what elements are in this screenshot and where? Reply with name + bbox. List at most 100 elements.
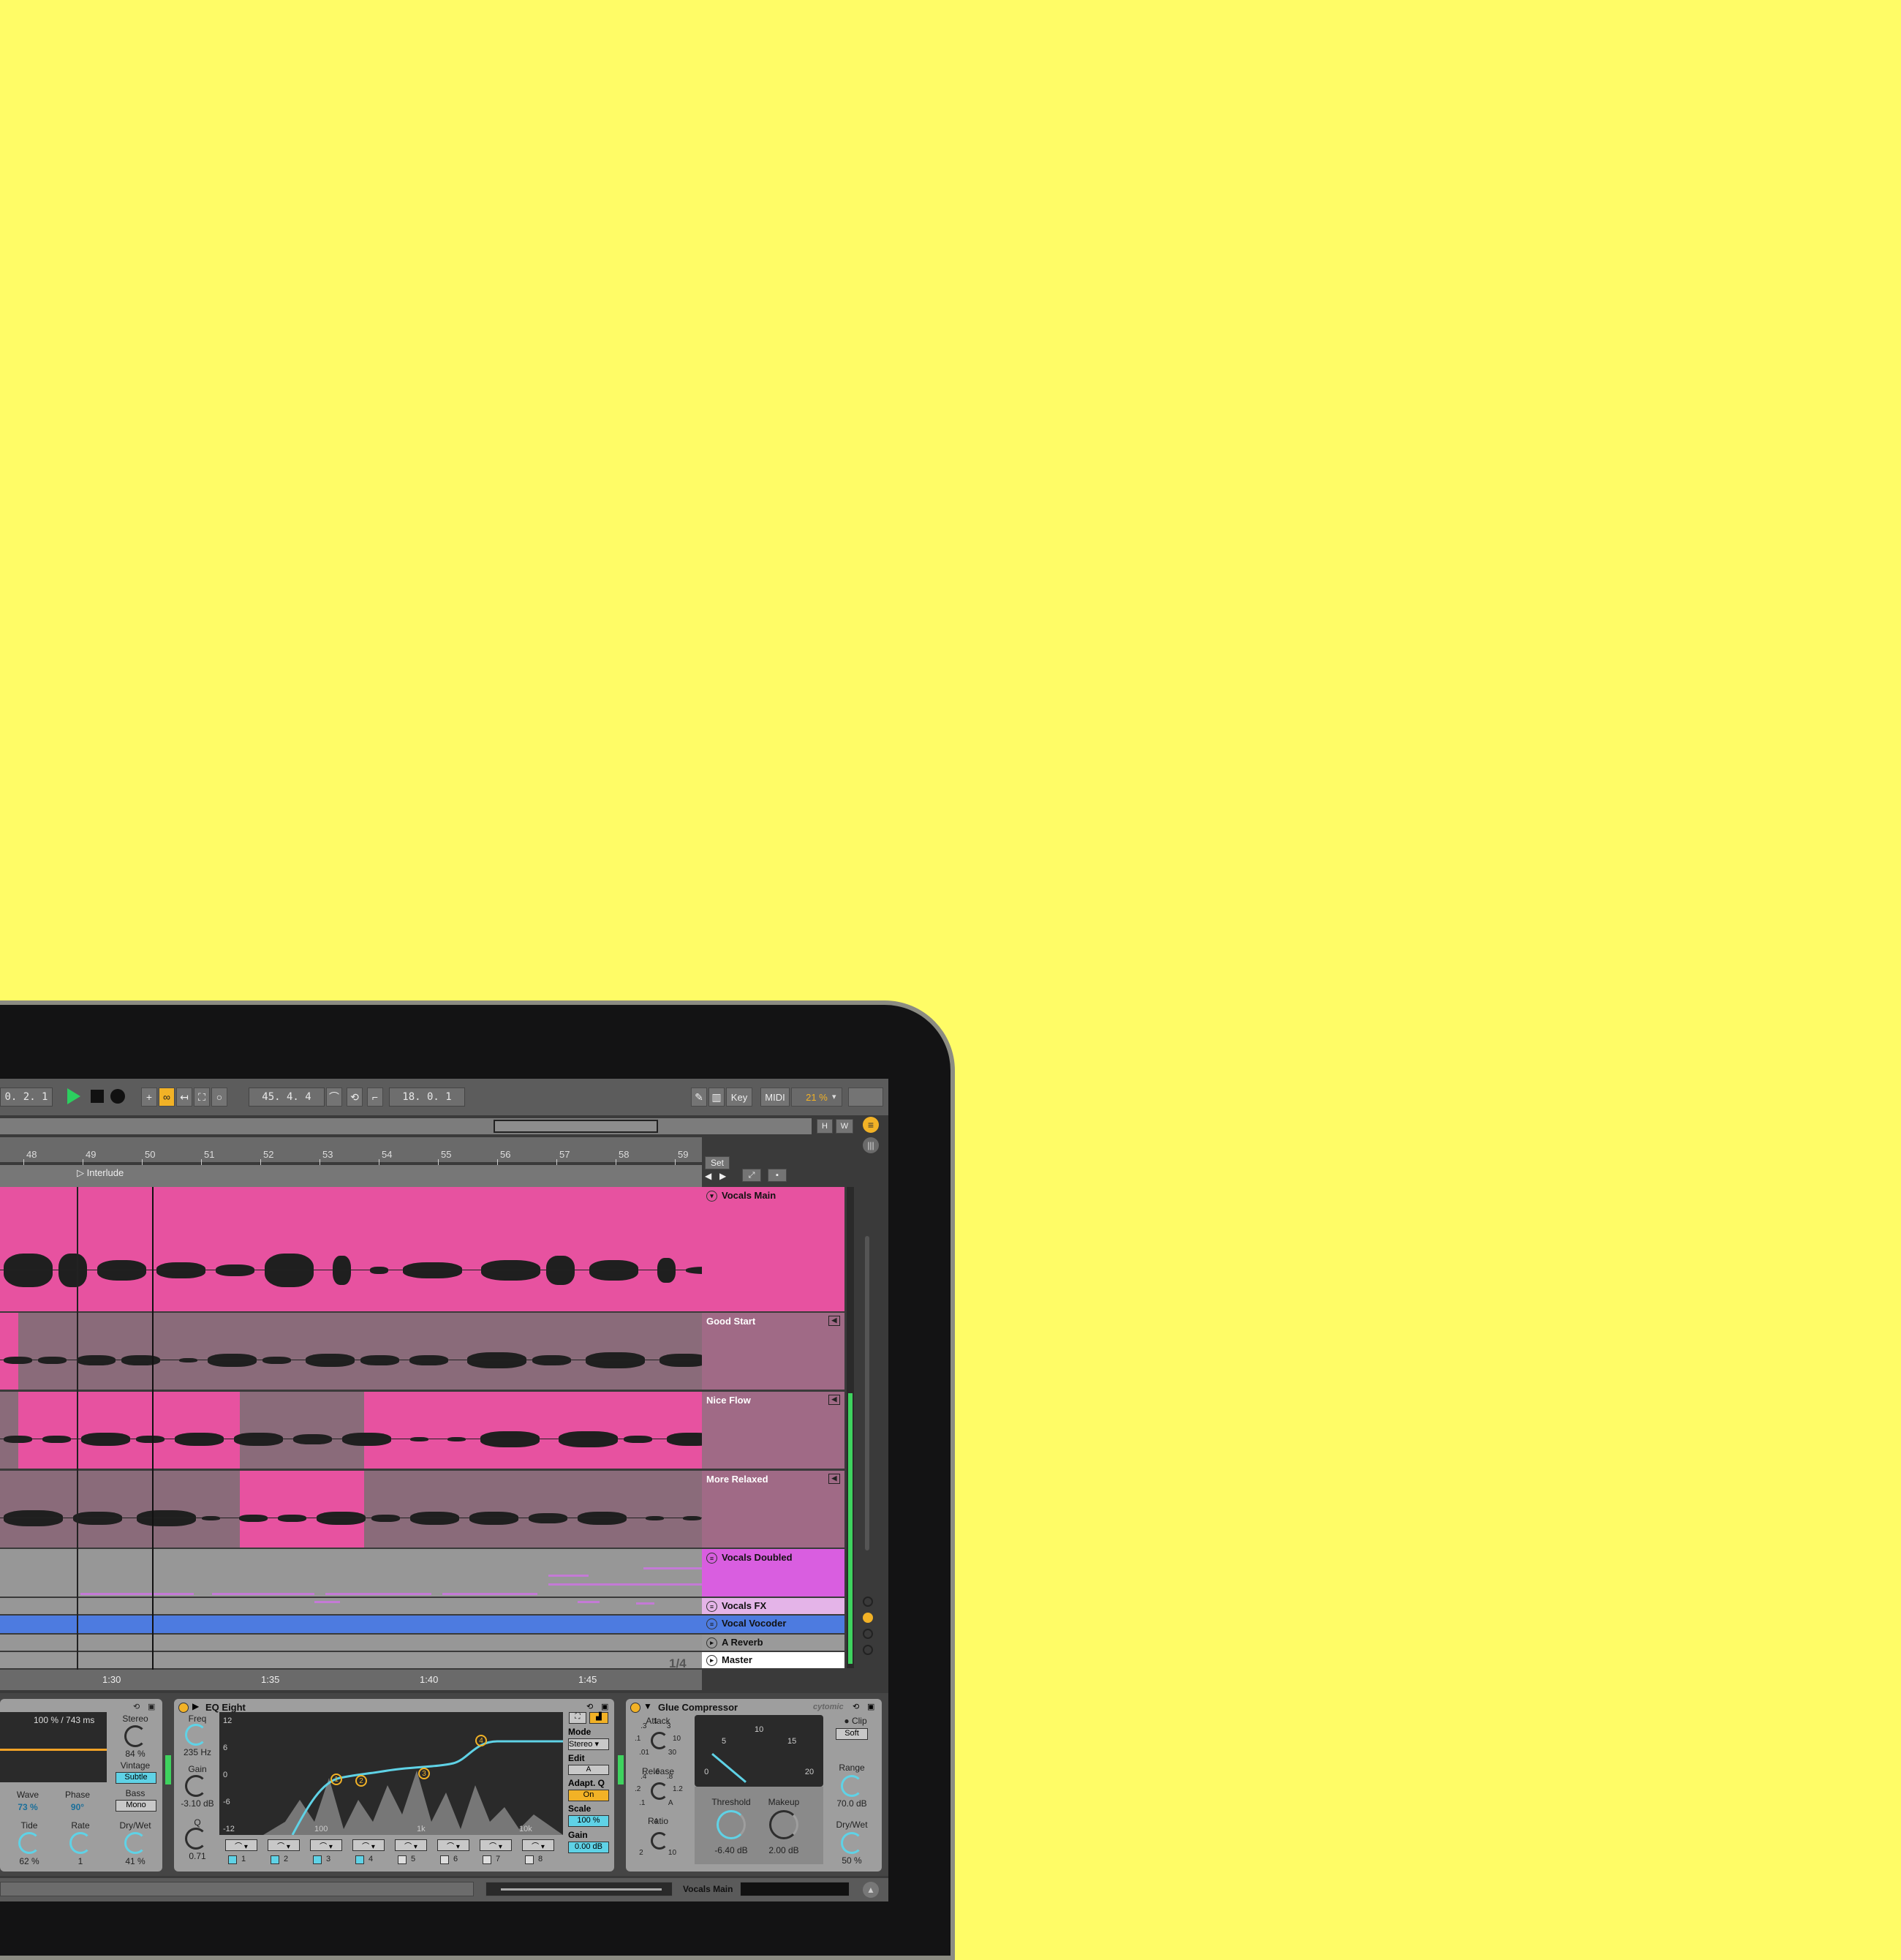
- adaptq-toggle[interactable]: On: [568, 1790, 609, 1801]
- locator-interlude[interactable]: ▷ Interlude: [77, 1167, 124, 1179]
- band-enable-checkbox[interactable]: [483, 1855, 491, 1864]
- track-header-good-start[interactable]: Good Start ◀: [702, 1313, 844, 1390]
- a-reverb-lane[interactable]: [0, 1635, 702, 1651]
- beat-time-ruler[interactable]: [0, 1137, 702, 1162]
- device-on-icon[interactable]: [178, 1703, 189, 1713]
- gain-knob[interactable]: [185, 1775, 207, 1797]
- solo-icon[interactable]: [863, 1597, 873, 1607]
- take-lane-good-start[interactable]: [0, 1313, 702, 1390]
- spectrum-toggle-icon[interactable]: ⛶: [569, 1712, 586, 1724]
- midi-note[interactable]: [578, 1601, 600, 1603]
- edit-a-button[interactable]: A: [568, 1765, 609, 1775]
- output-gain-field[interactable]: 0.00 dB: [568, 1842, 609, 1853]
- track-header-vocal-vocoder[interactable]: ≡ Vocal Vocoder: [702, 1616, 844, 1633]
- release-knob[interactable]: [651, 1782, 668, 1800]
- midi-note[interactable]: [643, 1567, 702, 1569]
- tide-knob[interactable]: [18, 1832, 40, 1854]
- track-header-vocals-main[interactable]: ▾ Vocals Main: [702, 1187, 844, 1311]
- stop-icon[interactable]: [91, 1090, 104, 1103]
- midi-note[interactable]: [314, 1601, 340, 1603]
- eq-node-3[interactable]: 3: [418, 1768, 430, 1779]
- save-preset-icon[interactable]: ▣: [867, 1702, 874, 1711]
- range-knob[interactable]: [841, 1775, 863, 1797]
- track-header-nice-flow[interactable]: Nice Flow ◀: [702, 1392, 844, 1469]
- song-position-field[interactable]: 0. 2. 1: [0, 1088, 53, 1107]
- wave-value[interactable]: 73 %: [13, 1802, 42, 1812]
- next-locator-icon[interactable]: ▶: [719, 1171, 726, 1181]
- group-icon[interactable]: ≡: [706, 1601, 717, 1613]
- q-knob[interactable]: [185, 1828, 207, 1850]
- add-icon[interactable]: +: [141, 1088, 157, 1107]
- draw-mode-icon[interactable]: ✎: [691, 1088, 707, 1107]
- band-enable-checkbox[interactable]: [440, 1855, 449, 1864]
- collapse-icon[interactable]: ▼: [643, 1701, 652, 1711]
- io-icon[interactable]: [863, 1645, 873, 1655]
- take-segment[interactable]: [240, 1471, 364, 1548]
- overview-selection[interactable]: [494, 1120, 658, 1133]
- filter-type-select[interactable]: ⌒ ▾: [352, 1839, 385, 1851]
- soft-clip-button[interactable]: Soft: [836, 1728, 868, 1740]
- prev-locator-icon[interactable]: ◀: [705, 1171, 711, 1181]
- filter-type-select[interactable]: ⌒ ▾: [310, 1839, 342, 1851]
- link-icon[interactable]: ∞: [159, 1088, 175, 1107]
- drywet-knob[interactable]: [124, 1832, 146, 1854]
- arrangement-position-field[interactable]: 45. 4. 4: [249, 1088, 325, 1107]
- play-icon[interactable]: [67, 1088, 80, 1104]
- eq-node-2[interactable]: 2: [355, 1775, 367, 1787]
- hot-swap-icon[interactable]: ⟲: [853, 1702, 859, 1711]
- phase-icon[interactable]: [863, 1629, 873, 1639]
- playhead[interactable]: [152, 1187, 154, 1670]
- track-header-a-reverb[interactable]: ▸ A Reverb: [702, 1635, 844, 1651]
- clip-overview[interactable]: [485, 1882, 673, 1896]
- speaker-icon[interactable]: ◀: [828, 1474, 840, 1484]
- filter-type-select[interactable]: ⌒ ▾: [268, 1839, 300, 1851]
- band-enable-checkbox[interactable]: [271, 1855, 279, 1864]
- punch-out-icon[interactable]: ⌐: [367, 1088, 383, 1107]
- loop-record-icon[interactable]: ○: [211, 1088, 227, 1107]
- device-on-icon[interactable]: [630, 1703, 640, 1713]
- band-enable-checkbox[interactable]: [313, 1855, 322, 1864]
- glue-drywet-knob[interactable]: [841, 1832, 863, 1854]
- vocals-main-clip[interactable]: [0, 1187, 702, 1311]
- filter-type-select[interactable]: ⌒ ▾: [395, 1839, 427, 1851]
- speaker-icon[interactable]: ◀: [828, 1316, 840, 1326]
- take-segment[interactable]: [364, 1392, 702, 1469]
- play-icon[interactable]: ▸: [706, 1655, 717, 1667]
- midi-note[interactable]: [548, 1583, 702, 1586]
- device-chain-overview[interactable]: [740, 1882, 850, 1896]
- key-map-button[interactable]: Key: [726, 1088, 752, 1107]
- track-header-vocals-doubled[interactable]: ≡ Vocals Doubled: [702, 1549, 844, 1597]
- record-icon[interactable]: [110, 1089, 125, 1104]
- filter-type-select[interactable]: ⌒ ▾: [437, 1839, 469, 1851]
- width-toggle-button[interactable]: W: [836, 1119, 853, 1134]
- back-to-arrangement-icon[interactable]: ↤: [176, 1088, 192, 1107]
- midi-note[interactable]: [325, 1593, 431, 1595]
- analyzer-icon[interactable]: ▟: [589, 1712, 608, 1724]
- track-header-more-relaxed[interactable]: More Relaxed ◀: [702, 1471, 844, 1548]
- arrangement-overview[interactable]: [0, 1118, 812, 1134]
- phase-value[interactable]: 90°: [63, 1802, 92, 1812]
- midi-map-button[interactable]: MIDI: [760, 1088, 790, 1107]
- eq-node-4[interactable]: 4: [475, 1735, 487, 1746]
- band-enable-checkbox[interactable]: [228, 1855, 237, 1864]
- filter-type-select[interactable]: ⌒ ▾: [225, 1839, 257, 1851]
- height-toggle-button[interactable]: H: [817, 1119, 833, 1134]
- vertical-scrollbar[interactable]: [865, 1236, 869, 1550]
- take-segment[interactable]: [0, 1313, 18, 1390]
- toggle-detail-view-icon[interactable]: ▲: [863, 1882, 879, 1898]
- vintage-select[interactable]: Subtle: [116, 1772, 156, 1784]
- save-preset-icon[interactable]: ▣: [601, 1702, 608, 1711]
- menu-icon[interactable]: ≡: [863, 1117, 879, 1133]
- master-lane[interactable]: [0, 1652, 702, 1668]
- hot-swap-icon[interactable]: ⟲: [133, 1702, 140, 1711]
- loop-length-field[interactable]: 18. 0. 1: [389, 1088, 465, 1107]
- computer-keyboard-icon[interactable]: ▥: [708, 1088, 725, 1107]
- midi-note[interactable]: [212, 1593, 314, 1595]
- scale-field[interactable]: 100 %: [568, 1815, 609, 1827]
- track-header-vocals-fx[interactable]: ≡ Vocals FX: [702, 1598, 844, 1614]
- speaker-icon[interactable]: ◀: [828, 1395, 840, 1405]
- stereo-knob[interactable]: [124, 1725, 146, 1747]
- band-enable-checkbox[interactable]: [355, 1855, 364, 1864]
- track-header-master[interactable]: ▸ Master: [702, 1652, 844, 1668]
- set-locator-button[interactable]: Set: [705, 1156, 730, 1169]
